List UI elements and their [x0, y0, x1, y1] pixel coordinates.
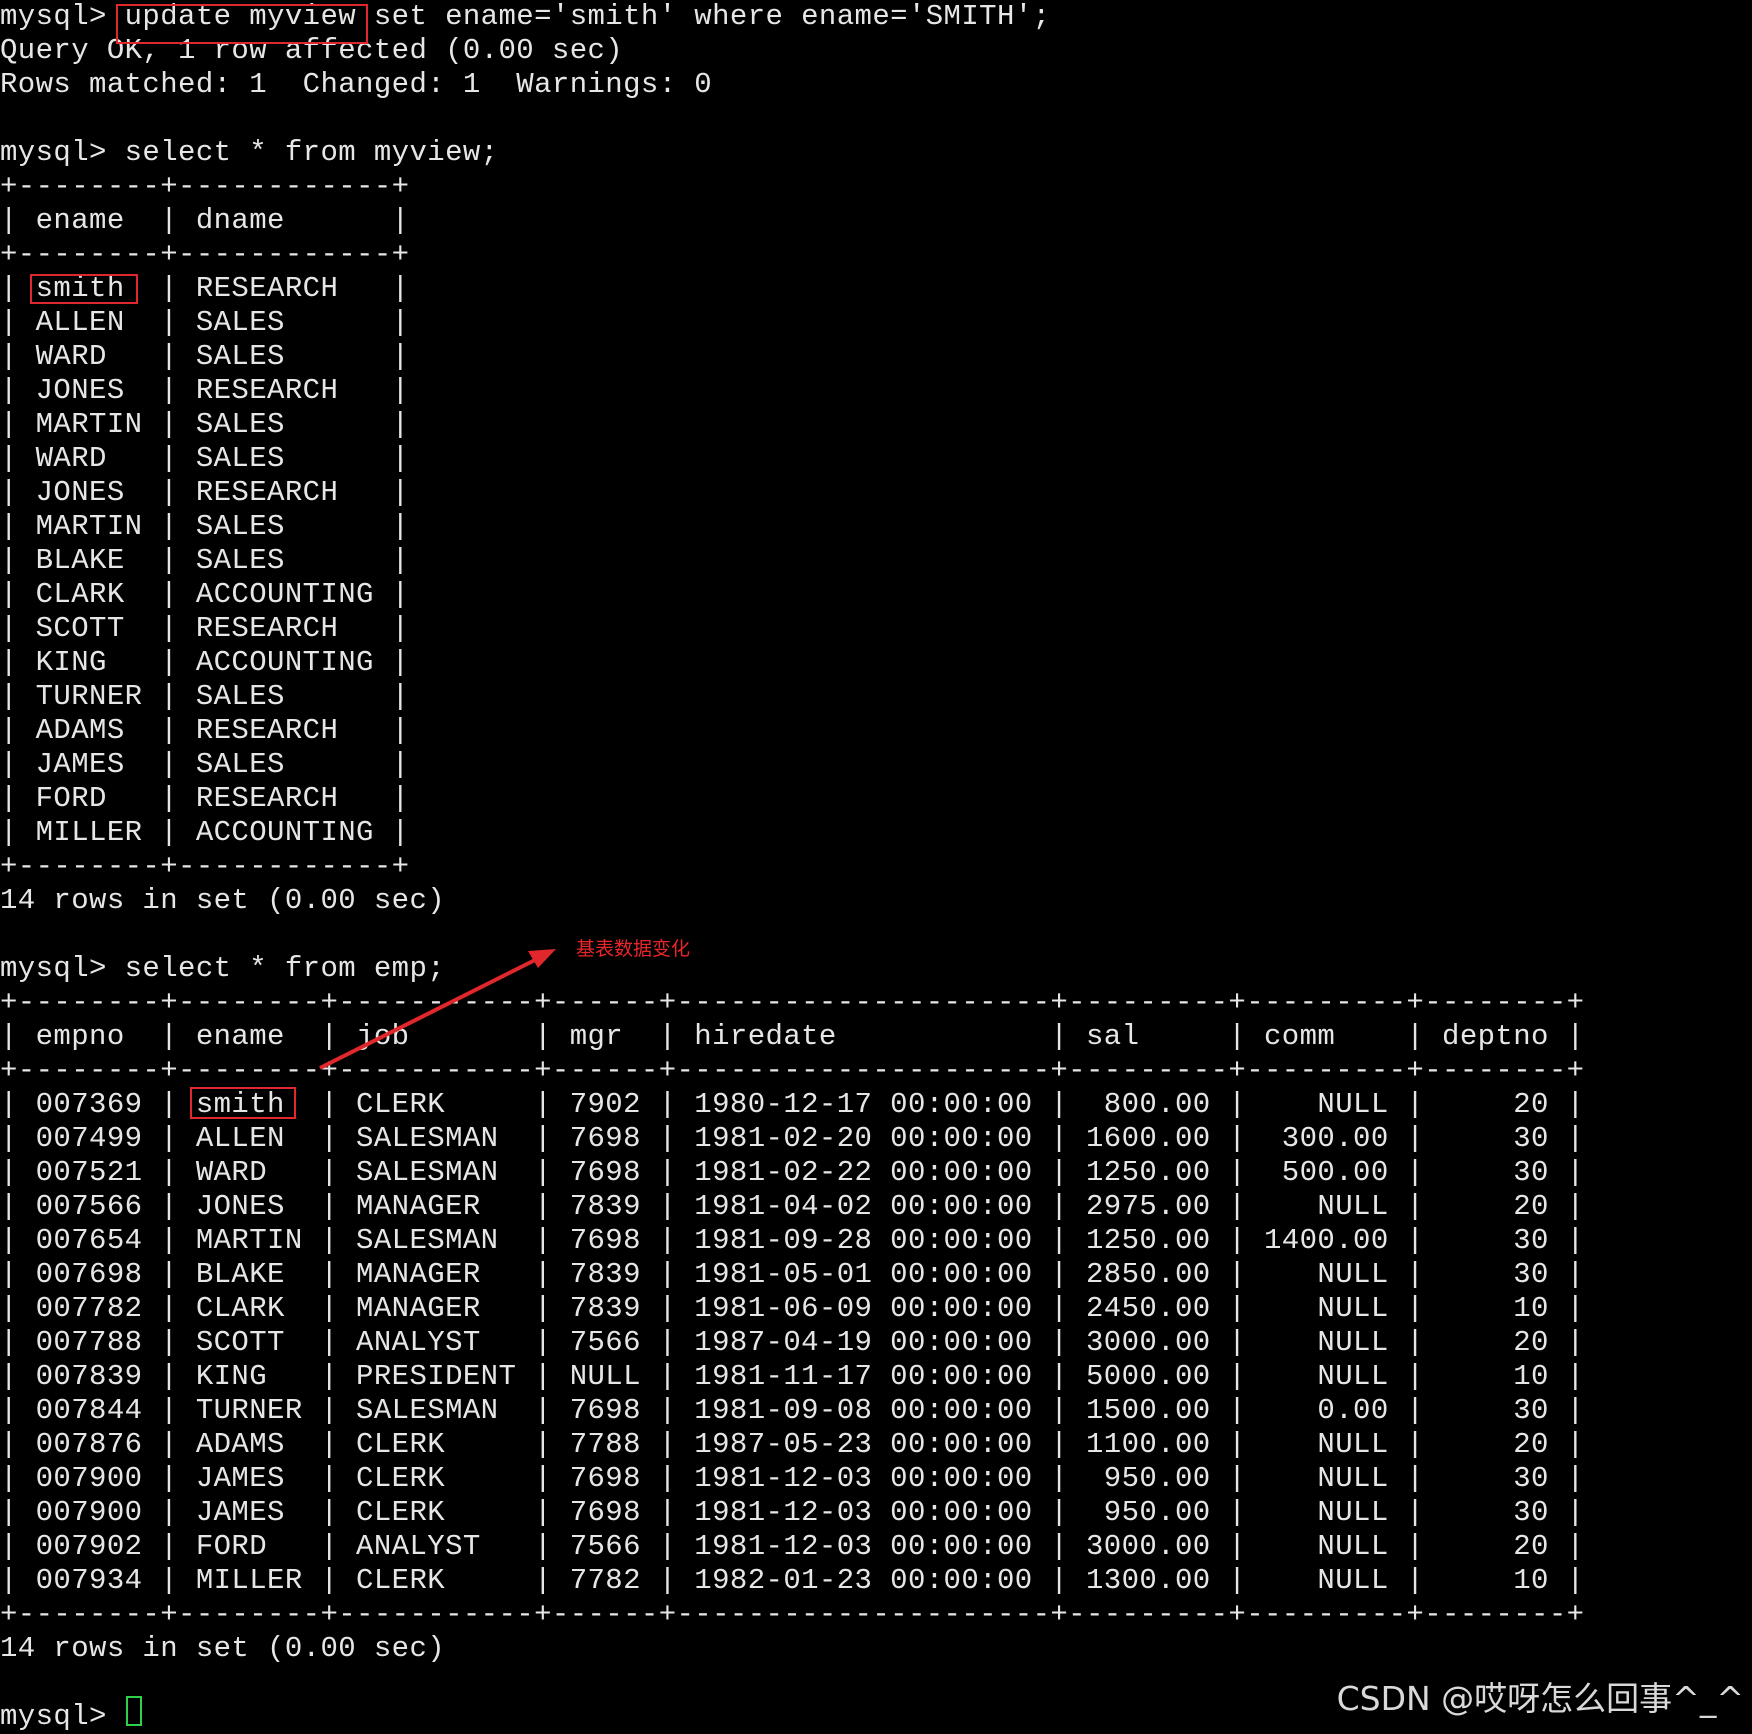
terminal-window[interactable]: mysql> update myview set ename='smith' w…: [0, 0, 1752, 1733]
table-row: | 007934 | MILLER | CLERK | 7782 | 1982-…: [0, 1564, 1585, 1597]
output-line: 14 rows in set (0.00 sec): [0, 884, 446, 917]
table-row: | 007788 | SCOTT | ANALYST | 7566 | 1987…: [0, 1326, 1585, 1359]
table-row: | smith | RESEARCH |: [0, 272, 410, 305]
table-border: +--------+--------+-----------+------+--…: [0, 1054, 1585, 1087]
table-row: | 007521 | WARD | SALESMAN | 7698 | 1981…: [0, 1156, 1585, 1189]
table-row: | 007876 | ADAMS | CLERK | 7788 | 1987-0…: [0, 1428, 1585, 1461]
table-border: +--------+--------+-----------+------+--…: [0, 1598, 1585, 1631]
table-row: | 007566 | JONES | MANAGER | 7839 | 1981…: [0, 1190, 1585, 1223]
table-row: | KING | ACCOUNTING |: [0, 646, 410, 679]
table-row: | MARTIN | SALES |: [0, 510, 410, 543]
table-row: | 007900 | JAMES | CLERK | 7698 | 1981-1…: [0, 1462, 1585, 1495]
command-line-select-emp: mysql> select * from emp;: [0, 952, 446, 985]
table-header: | ename | dname |: [0, 204, 410, 237]
table-row: | SCOTT | RESEARCH |: [0, 612, 410, 645]
table-row: | 007369 | smith | CLERK | 7902 | 1980-1…: [0, 1088, 1585, 1121]
table-row: | MILLER | ACCOUNTING |: [0, 816, 410, 849]
output-line: 14 rows in set (0.00 sec): [0, 1632, 446, 1665]
command-line-select-myview: mysql> select * from myview;: [0, 136, 499, 169]
table-border: +--------+--------+-----------+------+--…: [0, 986, 1585, 1019]
command-line-update: mysql> update myview set ename='smith' w…: [0, 0, 1051, 33]
table-border: +--------+------------+: [0, 170, 410, 203]
table-row: | TURNER | SALES |: [0, 680, 410, 713]
table-border: +--------+------------+: [0, 238, 410, 271]
table-header: | empno | ename | job | mgr | hiredate |…: [0, 1020, 1585, 1053]
table-row: | 007900 | JAMES | CLERK | 7698 | 1981-1…: [0, 1496, 1585, 1529]
terminal-cursor: [126, 1696, 142, 1726]
table-row: | JONES | RESEARCH |: [0, 374, 410, 407]
table-row: | MARTIN | SALES |: [0, 408, 410, 441]
table-row: | 007782 | CLARK | MANAGER | 7839 | 1981…: [0, 1292, 1585, 1325]
table-border: +--------+------------+: [0, 850, 410, 883]
table-row: | BLAKE | SALES |: [0, 544, 410, 577]
table-row: | 007844 | TURNER | SALESMAN | 7698 | 19…: [0, 1394, 1585, 1427]
table-row: | WARD | SALES |: [0, 340, 410, 373]
table-row: | ADAMS | RESEARCH |: [0, 714, 410, 747]
table-row: | CLARK | ACCOUNTING |: [0, 578, 410, 611]
table-row: | JAMES | SALES |: [0, 748, 410, 781]
output-line: Rows matched: 1 Changed: 1 Warnings: 0: [0, 68, 713, 101]
output-line: Query OK, 1 row affected (0.00 sec): [0, 34, 624, 67]
table-row: | 007499 | ALLEN | SALESMAN | 7698 | 198…: [0, 1122, 1585, 1155]
table-row: | ALLEN | SALES |: [0, 306, 410, 339]
csdn-watermark: CSDN @哎呀怎么回事^_^: [1336, 1679, 1744, 1718]
table-row: | 007839 | KING | PRESIDENT | NULL | 198…: [0, 1360, 1585, 1393]
table-row: | 007698 | BLAKE | MANAGER | 7839 | 1981…: [0, 1258, 1585, 1291]
table-row: | 007654 | MARTIN | SALESMAN | 7698 | 19…: [0, 1224, 1585, 1257]
table-row: | 007902 | FORD | ANALYST | 7566 | 1981-…: [0, 1530, 1585, 1563]
table-row: | FORD | RESEARCH |: [0, 782, 410, 815]
annotation-label: 基表数据变化: [576, 938, 691, 960]
table-row: | WARD | SALES |: [0, 442, 410, 475]
table-row: | JONES | RESEARCH |: [0, 476, 410, 509]
command-prompt: mysql>: [0, 1700, 125, 1733]
